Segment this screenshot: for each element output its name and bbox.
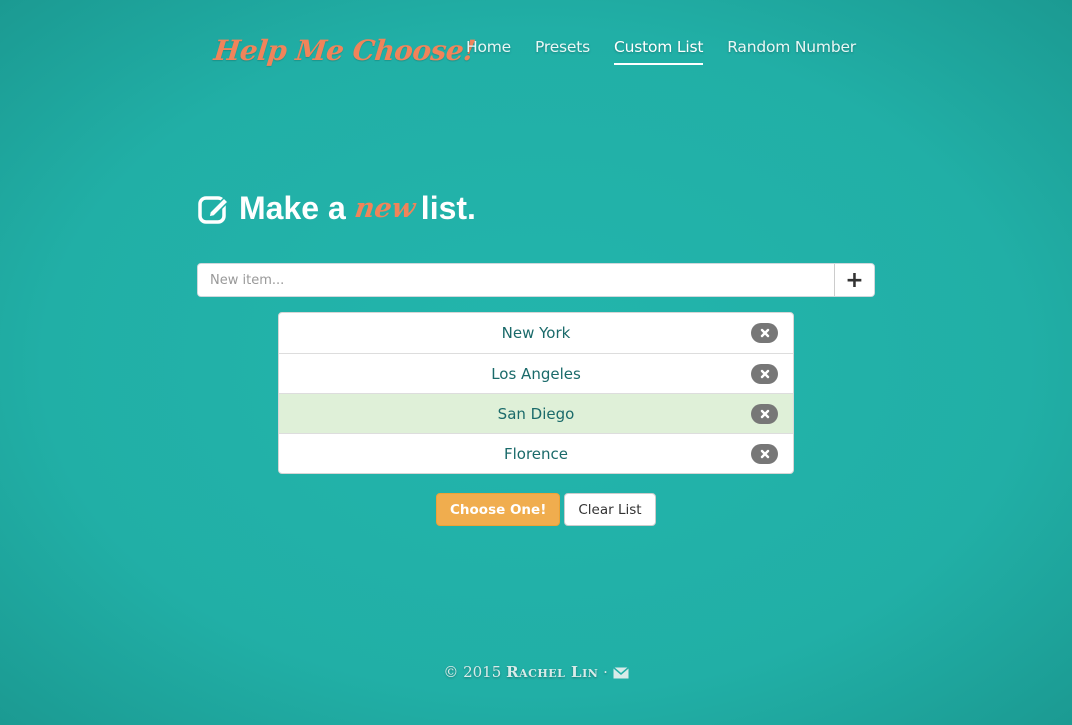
choose-one-button[interactable]: Choose One!	[436, 493, 561, 526]
nav-home[interactable]: Home	[466, 38, 511, 65]
item-list: New York Los Angeles San Diego Florence	[278, 312, 794, 474]
plus-icon: +	[845, 267, 864, 293]
list-item-label: Los Angeles	[491, 364, 581, 383]
footer: © 2015 Rachel Lin ·	[0, 663, 1072, 683]
new-item-form: +	[197, 263, 875, 297]
add-item-button[interactable]: +	[834, 264, 874, 296]
list-item-label: Florence	[503, 444, 569, 463]
list-item-label: San Diego	[497, 404, 575, 423]
close-icon	[760, 328, 769, 338]
list-item: Florence	[279, 433, 793, 473]
mail-icon[interactable]	[612, 665, 629, 683]
author-link[interactable]: Rachel Lin	[506, 663, 598, 681]
nav-random-number[interactable]: Random Number	[727, 38, 856, 65]
remove-item-button[interactable]	[751, 323, 778, 343]
new-item-input[interactable]	[198, 264, 834, 296]
title-prefix: Make a	[239, 190, 346, 226]
list-actions: Choose One! Clear List	[436, 493, 656, 526]
page-title: Make a new list.	[197, 190, 476, 227]
footer-separator: ·	[603, 663, 608, 681]
close-icon	[760, 449, 769, 459]
main-nav: Home Presets Custom List Random Number	[466, 38, 856, 65]
remove-item-button[interactable]	[751, 444, 778, 464]
list-item-label: New York	[501, 324, 571, 342]
close-icon	[760, 369, 769, 379]
clear-list-button[interactable]: Clear List	[564, 493, 656, 526]
list-item: Los Angeles	[279, 353, 793, 393]
close-icon	[760, 409, 769, 419]
list-item: New York	[279, 313, 793, 353]
nav-custom-list[interactable]: Custom List	[614, 38, 703, 65]
copyright-text: © 2015	[443, 663, 502, 681]
edit-icon	[197, 192, 231, 226]
remove-item-button[interactable]	[751, 404, 778, 424]
app-logo[interactable]: Help Me Choose!	[212, 34, 477, 67]
title-suffix: list.	[420, 190, 476, 226]
nav-presets[interactable]: Presets	[535, 38, 590, 65]
list-item-highlighted: San Diego	[279, 393, 793, 433]
title-accent: new	[352, 193, 417, 224]
remove-item-button[interactable]	[751, 364, 778, 384]
